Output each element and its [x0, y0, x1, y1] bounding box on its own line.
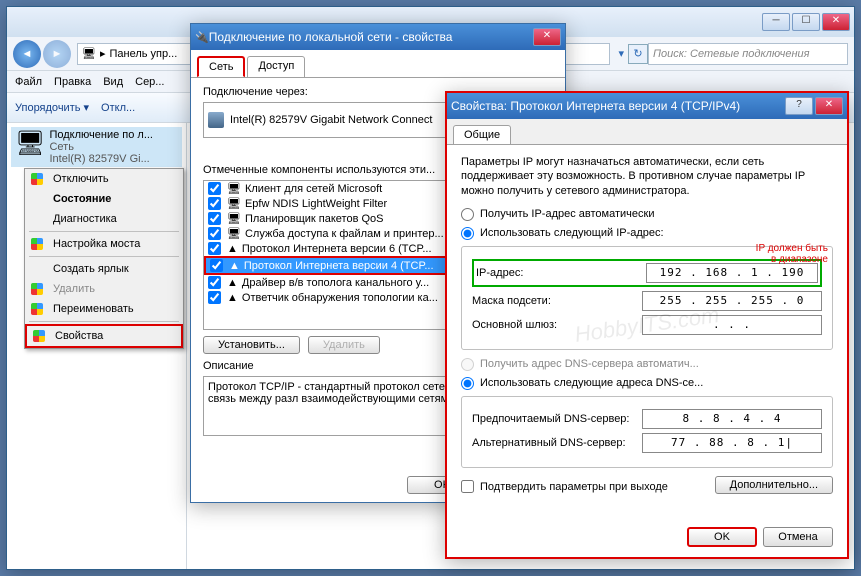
list-item[interactable]: Драйвер в/в тополога канального у...: [242, 277, 429, 289]
ip-label: IP-адрес:: [476, 267, 646, 279]
dns1-label: Предпочитаемый DNS-сервер:: [472, 413, 642, 425]
ipv4-properties-window: Свойства: Протокол Интернета версии 4 (T…: [445, 91, 849, 559]
dns2-input[interactable]: 77 . 88 . 8 . 1|: [642, 433, 822, 453]
list-item[interactable]: Протокол Интернета версии 6 (TCP...: [242, 243, 432, 255]
ctx-delete[interactable]: Удалить: [25, 279, 183, 299]
component-checkbox[interactable]: [208, 291, 221, 304]
auto-ip-label: Получить IP-адрес автоматически: [480, 208, 654, 220]
nic-name: Intel(R) 82579V Gigabit Network Connect: [230, 114, 432, 126]
tab-network[interactable]: Сеть: [197, 56, 245, 77]
confirm-checkbox[interactable]: [461, 480, 474, 493]
menu-service[interactable]: Сер...: [135, 76, 164, 88]
ctx-shortcut[interactable]: Создать ярлык: [25, 259, 183, 279]
dns-group: Предпочитаемый DNS-сервер: 8 . 8 . 4 . 4…: [461, 396, 833, 468]
ctx-rename[interactable]: Переименовать: [25, 299, 183, 319]
menu-view[interactable]: Вид: [103, 76, 123, 88]
connection-item[interactable]: 🖥 Подключение по л... Сеть Intel(R) 8257…: [11, 127, 182, 167]
mask-label: Маска подсети:: [472, 295, 642, 307]
advanced-button[interactable]: Дополнительно...: [715, 476, 833, 494]
component-checkbox[interactable]: [208, 197, 221, 210]
close-button[interactable]: ✕: [533, 28, 561, 46]
close-button[interactable]: ✕: [822, 13, 850, 31]
component-checkbox[interactable]: [208, 212, 221, 225]
tab-general[interactable]: Общие: [453, 125, 511, 144]
shield-icon: [31, 303, 43, 315]
nic-icon: [208, 112, 224, 128]
shield-icon: [31, 238, 43, 250]
nic-icon: 🖥: [82, 47, 96, 60]
ipv4-title: Свойства: Протокол Интернета версии 4 (T…: [451, 99, 785, 113]
ip-group: IP должен быть в диапазоне IP-адрес: 192…: [461, 246, 833, 350]
auto-dns-radio: [461, 358, 474, 371]
connection-device: Intel(R) 82579V Gi...: [49, 153, 153, 165]
gateway-input[interactable]: . . .: [642, 315, 822, 335]
component-checkbox[interactable]: [208, 242, 221, 255]
component-checkbox[interactable]: [208, 227, 221, 240]
install-button[interactable]: Установить...: [203, 336, 300, 354]
maximize-button[interactable]: ☐: [792, 13, 820, 31]
dns2-label: Альтернативный DNS-сервер:: [472, 437, 642, 449]
breadcrumb[interactable]: Панель упр...: [110, 48, 178, 60]
ok-button[interactable]: OK: [687, 527, 757, 547]
props-titlebar: 🔌 Подключение по локальной сети - свойст…: [191, 24, 565, 50]
remove-button[interactable]: Удалить: [308, 336, 380, 354]
ctx-bridge[interactable]: Настройка моста: [25, 234, 183, 254]
manual-ip-radio[interactable]: [461, 227, 474, 240]
component-checkbox[interactable]: [210, 259, 223, 272]
props-title: Подключение по локальной сети - свойства: [209, 30, 533, 44]
context-menu: Отключить Состояние Диагностика Настройк…: [24, 168, 184, 349]
gateway-label: Основной шлюз:: [472, 319, 642, 331]
shield-icon: [33, 330, 45, 342]
list-item[interactable]: Служба доступа к файлам и принтер...: [245, 228, 444, 240]
list-item-selected[interactable]: Протокол Интернета версии 4 (TCP...: [244, 260, 434, 272]
list-item[interactable]: Планировщик пакетов QoS: [245, 213, 384, 225]
ctx-properties[interactable]: Свойства: [25, 324, 183, 348]
confirm-label: Подтвердить параметры при выходе: [480, 481, 668, 493]
close-button[interactable]: ✕: [815, 97, 843, 115]
manual-dns-label: Использовать следующие адреса DNS-се...: [480, 377, 703, 389]
list-item[interactable]: Ответчик обнаружения топологии ка...: [242, 292, 438, 304]
manual-ip-label: Использовать следующий IP-адрес:: [480, 227, 664, 239]
ctx-diagnostics[interactable]: Диагностика: [25, 209, 183, 229]
ipv4-titlebar: Свойства: Протокол Интернета версии 4 (T…: [447, 93, 847, 119]
info-text: Параметры IP могут назначаться автоматич…: [461, 155, 833, 198]
component-checkbox[interactable]: [208, 182, 221, 195]
ip-range-note: IP должен быть в диапазоне: [756, 243, 828, 265]
list-item[interactable]: Epfw NDIS LightWeight Filter: [245, 198, 387, 210]
tab-access[interactable]: Доступ: [247, 56, 305, 77]
auto-ip-radio[interactable]: [461, 208, 474, 221]
help-button[interactable]: ?: [785, 97, 813, 115]
auto-dns-label: Получить адрес DNS-сервера автоматич...: [480, 358, 699, 370]
mask-input[interactable]: 255 . 255 . 255 . 0: [642, 291, 822, 311]
disable-device-button[interactable]: Откл...: [101, 102, 135, 114]
ctx-disable[interactable]: Отключить: [25, 169, 183, 189]
menu-edit[interactable]: Правка: [54, 76, 91, 88]
minimize-button[interactable]: ─: [762, 13, 790, 31]
connection-name: Подключение по л...: [49, 129, 153, 141]
connection-network: Сеть: [49, 141, 153, 153]
search-input[interactable]: Поиск: Сетевые подключения: [648, 43, 848, 65]
back-button[interactable]: ◄: [13, 40, 41, 68]
dns1-input[interactable]: 8 . 8 . 4 . 4: [642, 409, 822, 429]
shield-icon: [31, 283, 43, 295]
menu-file[interactable]: Файл: [15, 76, 42, 88]
organize-button[interactable]: Упорядочить ▾: [15, 101, 89, 114]
ip-input[interactable]: 192 . 168 . 1 . 190: [646, 263, 818, 283]
ctx-status[interactable]: Состояние: [25, 189, 183, 209]
shield-icon: [31, 173, 43, 185]
network-icon: 🔌: [195, 31, 209, 44]
cancel-button[interactable]: Отмена: [763, 527, 833, 547]
component-checkbox[interactable]: [208, 276, 221, 289]
manual-dns-radio[interactable]: [461, 377, 474, 390]
forward-button[interactable]: ►: [43, 40, 71, 68]
refresh-button[interactable]: ↻: [628, 44, 648, 64]
list-item[interactable]: Клиент для сетей Microsoft: [245, 183, 382, 195]
